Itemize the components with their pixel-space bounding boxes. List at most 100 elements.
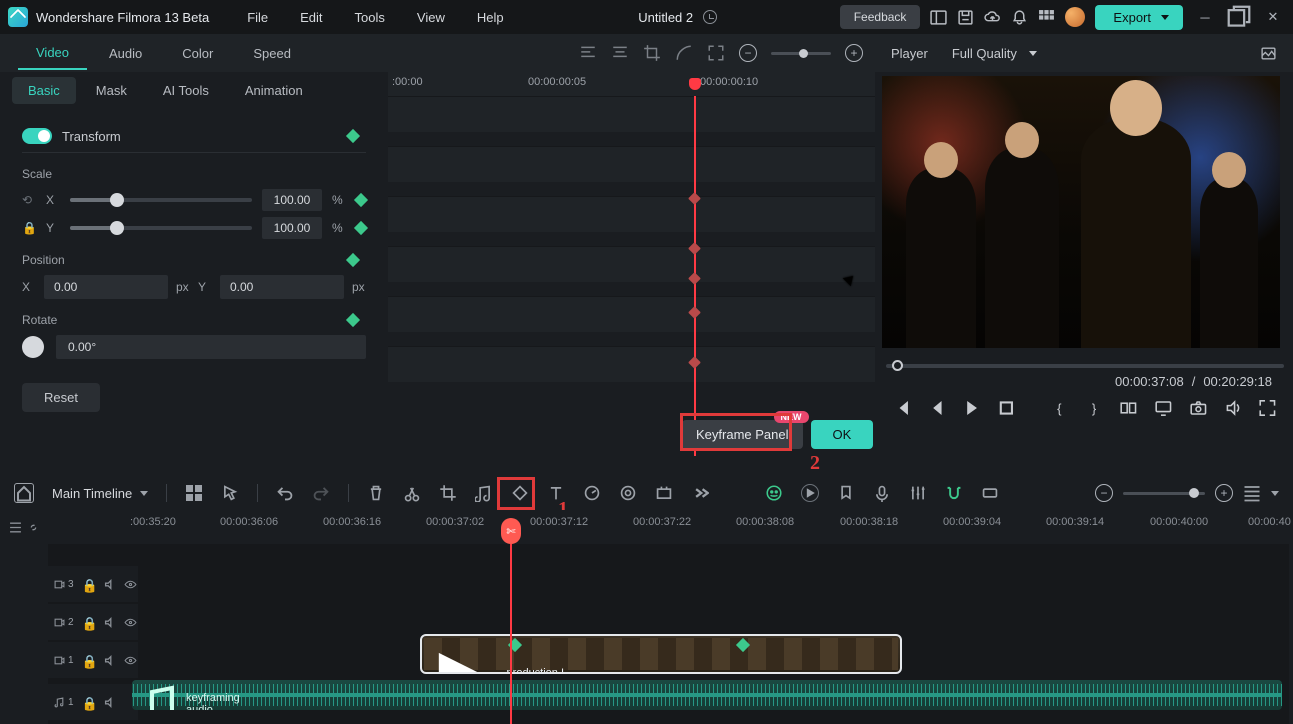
step-back-button[interactable]	[929, 399, 946, 417]
link-tracks-icon[interactable]	[27, 521, 40, 534]
position-keyframe-button[interactable]	[346, 253, 360, 267]
ok-button[interactable]: OK	[811, 420, 874, 449]
subtab-ai-tools[interactable]: AI Tools	[147, 77, 225, 104]
subtab-animation[interactable]: Animation	[229, 77, 319, 104]
subtab-mask[interactable]: Mask	[80, 77, 143, 104]
zoom-out-button[interactable]: −	[739, 44, 757, 62]
timeline-ruler[interactable]: :00:35:20 00:00:36:06 00:00:36:16 00:00:…	[48, 510, 1289, 544]
minimize-button[interactable]: ─	[1193, 5, 1217, 29]
scale-y-keyframe-button[interactable]	[354, 221, 368, 235]
tracks-menu-icon[interactable]	[9, 521, 22, 534]
menu-view[interactable]: View	[405, 4, 457, 31]
snapshot-button[interactable]	[1190, 399, 1207, 417]
eye-icon[interactable]	[124, 654, 137, 667]
magnetic-button[interactable]	[945, 484, 963, 502]
redo-button[interactable]	[312, 484, 330, 502]
scale-x-slider[interactable]	[70, 198, 252, 202]
tab-color[interactable]: Color	[164, 38, 231, 69]
fullscreen-button[interactable]	[1259, 399, 1276, 417]
tab-video[interactable]: Video	[18, 37, 87, 70]
menu-edit[interactable]: Edit	[288, 4, 334, 31]
rotate-keyframe-button[interactable]	[346, 313, 360, 327]
delete-button[interactable]	[367, 484, 385, 502]
mute-icon[interactable]	[103, 578, 116, 591]
scale-y-value[interactable]: 100.00	[262, 217, 322, 239]
lock-icon[interactable]: 🔒	[82, 616, 95, 629]
mute-icon[interactable]	[103, 696, 116, 709]
snapshot-frame-icon[interactable]	[1260, 45, 1277, 62]
video-clip[interactable]: production I 4623605_2022111102405pm◎	[422, 636, 900, 672]
user-avatar[interactable]	[1065, 7, 1085, 27]
menu-help[interactable]: Help	[465, 4, 516, 31]
apps-icon[interactable]	[1038, 9, 1055, 26]
mixer-button[interactable]	[909, 484, 927, 502]
timeline-zoom-slider[interactable]	[1123, 492, 1205, 495]
layout-icon[interactable]	[930, 9, 947, 26]
compare-icon[interactable]	[1120, 399, 1137, 417]
link-xy-icon[interactable]: ⟲	[22, 193, 36, 207]
timeline-zoom-out[interactable]: −	[1095, 484, 1113, 502]
eye-icon[interactable]	[124, 616, 137, 629]
timeline-select[interactable]: Main Timeline	[52, 486, 148, 501]
maximize-button[interactable]	[1227, 5, 1251, 29]
align-left-icon[interactable]	[579, 44, 597, 62]
menu-file[interactable]: File	[235, 4, 280, 31]
menu-tools[interactable]: Tools	[343, 4, 397, 31]
audio-clip[interactable]: keyframing audio	[132, 680, 1282, 710]
volume-button[interactable]	[1225, 399, 1242, 417]
keyframe-button[interactable]	[511, 484, 529, 502]
export-button[interactable]: Export	[1095, 5, 1183, 30]
mute-icon[interactable]	[103, 616, 116, 629]
mark-out-button[interactable]: }	[1086, 399, 1103, 417]
keyframe-canvas[interactable]	[388, 96, 875, 456]
align-center-icon[interactable]	[611, 44, 629, 62]
marker-button[interactable]	[837, 484, 855, 502]
expand-icon[interactable]	[707, 44, 725, 62]
transform-keyframe-button[interactable]	[346, 129, 360, 143]
timeline-zoom-in[interactable]: +	[1215, 484, 1233, 502]
display-icon[interactable]	[1155, 399, 1172, 417]
audio-beat-button[interactable]	[475, 484, 493, 502]
stop-button[interactable]	[998, 399, 1015, 417]
bell-icon[interactable]	[1011, 9, 1028, 26]
feedback-button[interactable]: Feedback	[840, 5, 921, 29]
scale-y-slider[interactable]	[70, 226, 252, 230]
play-button[interactable]	[963, 399, 980, 417]
keyframe-panel-button[interactable]: Keyframe Panel NEW	[682, 420, 803, 449]
lock-icon[interactable]: 🔒	[82, 696, 95, 709]
position-y-input[interactable]: 0.00	[220, 275, 344, 299]
reset-button[interactable]: Reset	[22, 383, 100, 412]
record-button[interactable]	[801, 484, 819, 502]
speed-button[interactable]	[583, 484, 601, 502]
rotate-dial[interactable]	[22, 336, 44, 358]
pointer-icon[interactable]	[221, 484, 239, 502]
undo-button[interactable]	[276, 484, 294, 502]
crop-icon[interactable]	[643, 44, 661, 62]
save-icon[interactable]	[957, 9, 974, 26]
keyframe-zoom-slider[interactable]	[771, 52, 831, 55]
adjust-button[interactable]	[655, 484, 673, 502]
tab-audio[interactable]: Audio	[91, 38, 160, 69]
video-preview[interactable]	[882, 76, 1280, 348]
subtab-basic[interactable]: Basic	[12, 77, 76, 104]
scale-x-keyframe-button[interactable]	[354, 193, 368, 207]
eye-icon[interactable]	[124, 578, 137, 591]
voiceover-button[interactable]	[873, 484, 891, 502]
color-button[interactable]	[619, 484, 637, 502]
curve-icon[interactable]	[675, 44, 693, 62]
mute-icon[interactable]	[103, 654, 116, 667]
mark-in-button[interactable]: {	[1051, 399, 1068, 417]
prev-frame-button[interactable]	[894, 399, 911, 417]
lock-icon[interactable]: 🔒	[82, 578, 95, 591]
player-scrub[interactable]	[886, 364, 1284, 368]
timeline-playhead[interactable]: ✄	[510, 544, 512, 724]
chevron-down-icon[interactable]	[1271, 491, 1279, 496]
cloud-icon[interactable]	[984, 9, 1001, 26]
lock-icon[interactable]: 🔒	[82, 654, 95, 667]
timeline-tracks[interactable]: 3 🔒 2 🔒 1 🔒 1 🔒 production I 4623605_202…	[48, 544, 1289, 724]
ai-face-button[interactable]	[765, 484, 783, 502]
more-tools-button[interactable]	[691, 484, 709, 502]
range-button[interactable]	[981, 484, 999, 502]
tab-speed[interactable]: Speed	[235, 38, 309, 69]
position-x-input[interactable]: 0.00	[44, 275, 168, 299]
